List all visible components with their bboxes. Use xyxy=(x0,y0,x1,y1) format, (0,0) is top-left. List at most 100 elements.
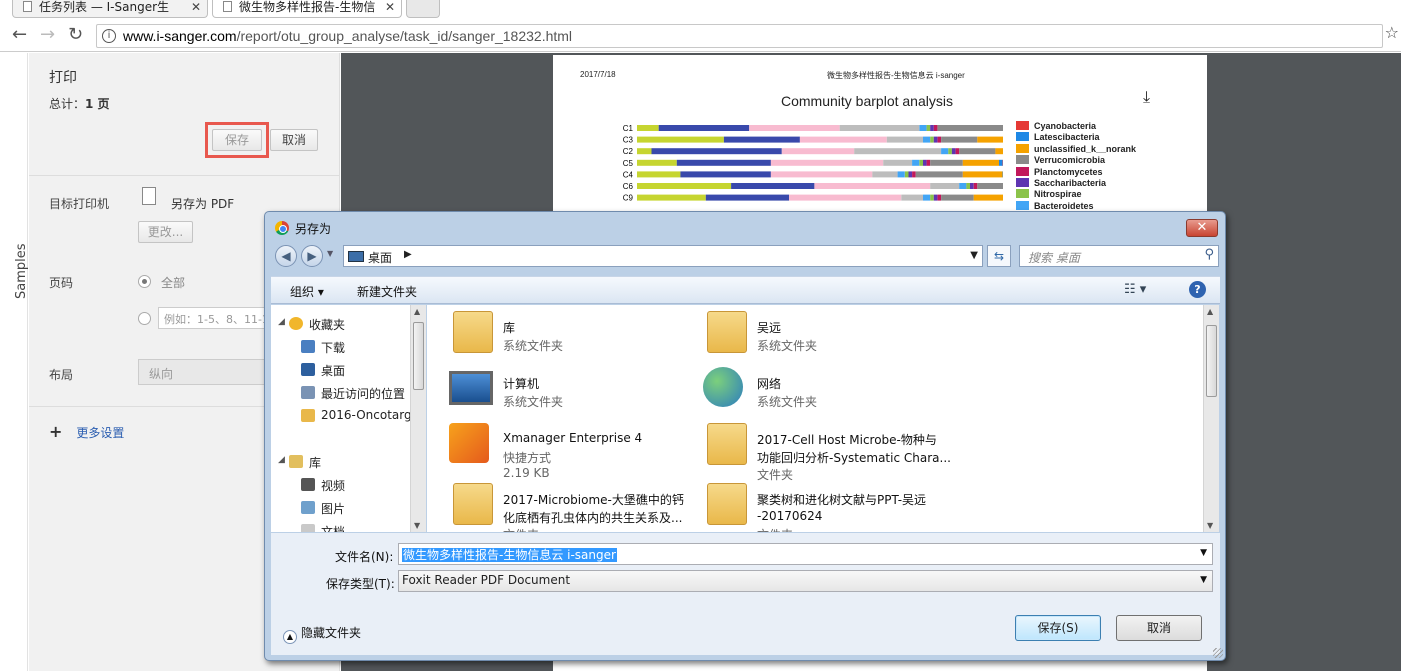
nav-item[interactable]: 视频 xyxy=(271,474,416,496)
bar-segment-Bacteroidetes xyxy=(923,136,931,143)
destination-label: 目标打印机 xyxy=(49,197,110,211)
tab-close-icon[interactable]: ✕ xyxy=(385,0,395,14)
scroll-thumb[interactable] xyxy=(1206,325,1217,397)
nav-item[interactable]: 下载 xyxy=(271,336,416,358)
expand-icon[interactable]: ◢ xyxy=(278,455,285,465)
category-tick-label: C5 xyxy=(623,159,634,168)
chart-title: Community barplot analysis xyxy=(781,93,953,109)
nav-item[interactable]: 文档 xyxy=(271,520,416,532)
page-total: 总计：1 页 xyxy=(49,95,110,112)
back-icon[interactable]: ← xyxy=(12,24,27,46)
tab-task-list[interactable]: 任务列表 — I-Sanger生 ✕ xyxy=(12,0,208,18)
file-item[interactable]: 库系统文件夹 xyxy=(449,311,699,363)
search-input[interactable]: 搜索 桌面 ⚲ xyxy=(1019,245,1219,267)
file-item[interactable]: 网络 系统文件夹 xyxy=(703,367,953,419)
layout-label: 布局 xyxy=(49,368,74,382)
bookmark-star-icon[interactable]: ☆ xyxy=(1385,23,1399,42)
more-settings-label: 更多设置 xyxy=(76,426,125,440)
file-subtext: 化底栖有孔虫体内的共生关系及... xyxy=(503,511,683,525)
dialog-cancel-button[interactable]: 取消 xyxy=(1116,615,1202,641)
bar-segment-Bacteroidetes xyxy=(897,171,905,178)
file-item[interactable]: Xmanager Enterprise 4 快捷方式 2.19 KB xyxy=(449,423,699,480)
scroll-down-icon[interactable]: ▼ xyxy=(1207,521,1213,530)
desktop-icon xyxy=(348,251,364,262)
dialog-save-button[interactable]: 保存(S) xyxy=(1015,615,1101,641)
filetype-select[interactable]: Foxit Reader PDF Document ▼ xyxy=(398,570,1213,592)
url-field[interactable]: i www.i-sanger.com/report/otu_group_anal… xyxy=(96,24,1383,48)
file-item[interactable]: 2017-Microbiome-大堡礁中的钙化底栖有孔虫体内的共生关系及...文… xyxy=(449,483,699,532)
bar-segment-Nitrospirae xyxy=(904,171,909,178)
search-icon[interactable]: ⚲ xyxy=(1204,247,1214,262)
tab-close-icon[interactable]: ✕ xyxy=(191,0,201,14)
file-subtext: 快捷方式 xyxy=(503,451,552,465)
files-scrollbar[interactable]: ▲ ▼ xyxy=(1203,305,1219,532)
legend-label: Bacteroidetes xyxy=(1034,200,1094,211)
preview-date: 2017/7/18 xyxy=(580,70,616,79)
bar-segment-other xyxy=(886,136,923,143)
pages-custom-radio[interactable] xyxy=(138,312,151,325)
file-name: 聚类树和进化树文献与PPT-吴远 xyxy=(757,493,927,507)
hide-folders-label: 隐藏文件夹 xyxy=(301,626,362,640)
legend-swatch xyxy=(1016,200,1029,210)
nav-item[interactable]: 桌面 xyxy=(271,359,416,381)
location-breadcrumb[interactable]: 桌面 ▶ ▼ xyxy=(343,245,983,267)
nav-item[interactable]: 最近访问的位置 xyxy=(271,382,416,404)
preview-header: 微生物多样性报告-生物信息云 i-sanger xyxy=(827,71,965,80)
hide-folders-toggle[interactable]: ▲ 隐藏文件夹 xyxy=(283,624,361,644)
scroll-down-icon[interactable]: ▼ xyxy=(414,521,420,530)
print-cancel-button[interactable]: 取消 xyxy=(270,129,318,151)
reload-icon[interactable]: ↻ xyxy=(68,24,83,46)
file-subtext: 系统文件夹 xyxy=(757,395,818,409)
dialog-forward-icon[interactable]: ▶ xyxy=(301,245,323,267)
refresh-icon[interactable]: ⇆ xyxy=(987,245,1011,267)
help-icon[interactable]: ? xyxy=(1189,281,1206,298)
pages-all-radio[interactable] xyxy=(138,275,151,288)
bar-segment-Nitrospirae xyxy=(926,125,931,131)
file-item[interactable]: 吴远 系统文件夹 xyxy=(703,311,953,363)
more-settings-link[interactable]: + 更多设置 xyxy=(49,422,124,441)
bar-segment-other xyxy=(637,159,677,166)
dialog-back-icon[interactable]: ◀ xyxy=(275,245,297,267)
address-bar-row: ← → ↻ i www.i-sanger.com/report/otu_grou… xyxy=(0,20,1401,52)
nav-item[interactable]: 图片 xyxy=(271,497,416,519)
new-tab-button[interactable] xyxy=(406,0,440,18)
resize-grip-icon[interactable] xyxy=(1213,648,1223,658)
filename-input[interactable]: 微生物多样性报告-生物信息云 i-sanger ▼ xyxy=(398,543,1213,565)
forward-icon[interactable]: → xyxy=(40,24,55,46)
view-options-icon[interactable]: ☷ ▾ xyxy=(1124,282,1146,297)
nav-item[interactable]: 2016-Oncotarg xyxy=(271,405,416,427)
nav-scrollbar[interactable]: ▲ ▼ xyxy=(410,305,426,532)
recent-locations-icon[interactable]: ▼ xyxy=(327,249,333,258)
change-destination-button[interactable]: 更改... xyxy=(138,221,193,243)
scroll-thumb[interactable] xyxy=(413,322,424,390)
chevron-down-icon[interactable]: ▼ xyxy=(1200,575,1207,585)
expand-icon[interactable]: ◢ xyxy=(278,317,285,327)
scroll-up-icon[interactable]: ▲ xyxy=(1207,307,1213,316)
bar-segment-unclassified_k__norank xyxy=(962,159,999,166)
file-item[interactable]: 聚类树和进化树文献与PPT-吴远 -20170624 文件夹 xyxy=(703,483,953,532)
bar-segment-Verrucomicrobia xyxy=(941,136,978,143)
bar-segment-Saccharibacteria xyxy=(933,194,938,201)
dialog-close-button[interactable]: ✕ xyxy=(1186,219,1218,237)
bar-segment-Planctomycetes xyxy=(933,125,938,131)
nav-item[interactable]: ◢ 收藏夹 xyxy=(271,313,416,335)
tab-report[interactable]: 微生物多样性报告-生物信 ✕ xyxy=(212,0,402,18)
url-host: www.i-sanger.com xyxy=(123,28,237,44)
nav-item-label: 最近访问的位置 xyxy=(321,387,406,401)
new-folder-button[interactable]: 新建文件夹 xyxy=(357,283,417,300)
print-save-button[interactable]: 保存 xyxy=(212,129,262,151)
chevron-right-icon[interactable]: ▶ xyxy=(404,249,412,260)
legend-item: Cyanobacteria xyxy=(1016,121,1096,131)
chevron-down-icon[interactable]: ▼ xyxy=(970,250,978,261)
organize-menu[interactable]: 组织 ▾ xyxy=(290,283,324,300)
file-item[interactable]: 2017-Cell Host Microbe-物种与 功能回归分析-Systema… xyxy=(703,423,953,482)
chevron-down-icon[interactable]: ▼ xyxy=(1200,548,1207,558)
file-item[interactable]: 计算机 系统文件夹 xyxy=(449,367,699,419)
samples-axis-label: Samples xyxy=(14,243,29,299)
breadcrumb-location[interactable]: 桌面 xyxy=(368,249,392,266)
dialog-titlebar[interactable]: 另存为 ✕ xyxy=(265,212,1225,242)
site-info-icon[interactable]: i xyxy=(102,29,116,43)
nav-item[interactable]: ◢ 库 xyxy=(271,451,416,473)
scroll-up-icon[interactable]: ▲ xyxy=(414,307,420,316)
legend-label: unclassified_k__norank xyxy=(1034,143,1137,154)
